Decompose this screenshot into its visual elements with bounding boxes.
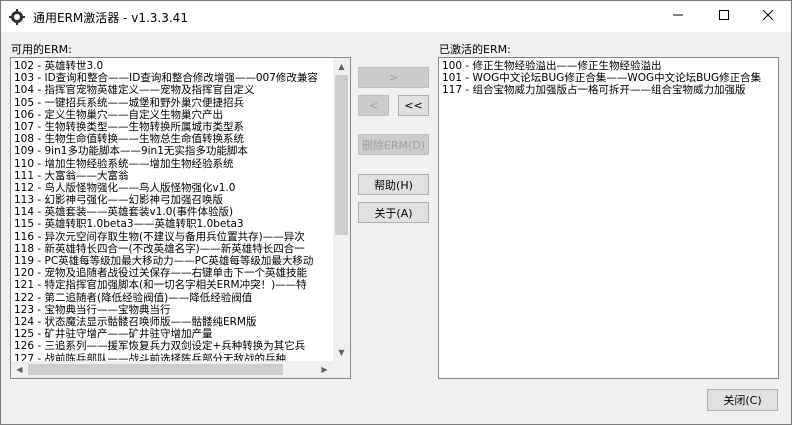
list-item[interactable]: 112 - 鸟人版怪物强化——鸟人版怪物强化v1.0 (13, 182, 348, 194)
maximize-icon (719, 10, 729, 23)
list-item[interactable]: 126 - 三追系列——援军恢复兵力双剑设定+兵种转换为其它兵 (13, 340, 348, 352)
vertical-scrollbar[interactable]: ▲ ▼ (333, 58, 350, 361)
list-item[interactable]: 115 - 英雄转职1.0beta3——英雄转职1.0beta3 (13, 218, 348, 230)
list-item[interactable]: 101 - WOG中文论坛BUG修正合集——WOG中文论坛BUG修正合集 (441, 72, 776, 84)
list-item[interactable]: 119 - PC英雄每等级加最大移动力——PC英雄每等级加最大移动 (13, 255, 348, 267)
close-button[interactable]: 关闭(C) (707, 389, 778, 411)
list-item[interactable]: 106 - 定义生物巢穴——自定义生物巢穴产出 (13, 109, 348, 121)
close-icon (762, 9, 774, 23)
list-item[interactable]: 113 - 幻影神弓强化——幻影神弓加强召唤版 (13, 194, 348, 206)
list-item[interactable]: 117 - 组合宝物威力加强版占一格可拆开——组合宝物威力加强版 (441, 84, 776, 96)
close-window-button[interactable] (745, 1, 791, 32)
available-erm-list[interactable]: 102 - 英雄转世3.0 103 - ID查询和整合——ID查询和整合修改增强—… (10, 57, 351, 379)
window-title: 通用ERM激活器 - v1.3.3.41 (33, 11, 188, 25)
list-item[interactable]: 108 - 生物生命值转换——生物总生命值转换系统 (13, 133, 348, 145)
remove-button[interactable]: < (358, 95, 389, 116)
scroll-left-icon[interactable]: ◀ (11, 361, 28, 378)
scroll-up-icon[interactable]: ▲ (333, 58, 350, 75)
scroll-corner (333, 361, 350, 378)
list-item[interactable]: 121 - 特定指挥官加强脚本(和一切名字相关ERM冲突！)——特 (13, 279, 348, 291)
list-item[interactable]: 104 - 指挥官宠物英雄定义——宠物及指挥官自定义 (13, 84, 348, 96)
available-erm-label: 可用的ERM: (11, 43, 72, 56)
maximize-button[interactable] (701, 1, 747, 32)
scroll-thumb[interactable] (335, 75, 348, 235)
list-item[interactable]: 116 - 异次元空间存取生物(不建议与备用兵位置共存)——异次 (13, 231, 348, 243)
list-item[interactable]: 114 - 英雄套装——英雄套装v1.0(事件体验版) (13, 206, 348, 218)
list-item[interactable]: 123 - 宝物典当行——宝物典当行 (13, 304, 348, 316)
list-item[interactable]: 118 - 新英雄特长四合一(不改英雄名字)——新英雄特长四合一 (13, 243, 348, 255)
add-button[interactable]: > (358, 67, 429, 88)
list-item[interactable]: 100 - 修正生物经验溢出——修正生物经验溢出 (441, 60, 776, 72)
list-item[interactable]: 102 - 英雄转世3.0 (13, 60, 348, 72)
list-item[interactable]: 109 - 9in1多功能脚本——9in1无实指多功能脚本 (13, 145, 348, 157)
list-item[interactable]: 124 - 状态魔法显示骷髅召唤师版——骷髅纯ERM版 (13, 316, 348, 328)
list-item[interactable]: 110 - 增加生物经验系统——增加生物经验系统 (13, 158, 348, 170)
available-erm-items: 102 - 英雄转世3.0 103 - ID查询和整合——ID查询和整合修改增强—… (13, 60, 348, 365)
minimize-icon (673, 10, 683, 23)
main-window: 通用ERM激活器 - v1.3.3.41 可用的ERM: 102 - 英雄转世3… (0, 0, 792, 425)
list-item[interactable]: 111 - 大富翁——大富翁 (13, 170, 348, 182)
scroll-down-icon[interactable]: ▼ (333, 344, 350, 361)
minimize-button[interactable] (655, 1, 701, 32)
gear-icon (9, 9, 25, 25)
delete-erm-button[interactable]: 删除ERM(D) (358, 134, 429, 155)
remove-all-button[interactable]: << (398, 95, 429, 116)
list-item[interactable]: 107 - 生物转换类型——生物转换所属城市类型系 (13, 121, 348, 133)
activated-erm-items: 100 - 修正生物经验溢出——修正生物经验溢出 101 - WOG中文论坛BUG… (441, 60, 776, 97)
hscroll-thumb[interactable] (28, 364, 283, 375)
help-button[interactable]: 帮助(H) (358, 174, 429, 195)
horizontal-scrollbar[interactable]: ◀ ▶ (11, 361, 333, 378)
list-item[interactable]: 105 - 一键招兵系统——城堡和野外巢穴便捷招兵 (13, 97, 348, 109)
activated-erm-label: 已激活的ERM: (439, 43, 511, 56)
list-item[interactable]: 125 - 矿井驻守增产——矿井驻守增加产量 (13, 328, 348, 340)
list-item[interactable]: 120 - 宠物及追随者战役过关保存——右键单击下一个英雄技能 (13, 267, 348, 279)
about-button[interactable]: 关于(A) (358, 202, 429, 223)
scroll-right-icon[interactable]: ▶ (316, 361, 333, 378)
activated-erm-list[interactable]: 100 - 修正生物经验溢出——修正生物经验溢出 101 - WOG中文论坛BUG… (438, 57, 779, 379)
title-bar: 通用ERM激活器 - v1.3.3.41 (1, 1, 791, 32)
list-item[interactable]: 122 - 第二追随者(降低经验阀值)——降低经验阀值 (13, 292, 348, 304)
list-item[interactable]: 103 - ID查询和整合——ID查询和整合修改增强——007修改兼容 (13, 72, 348, 84)
